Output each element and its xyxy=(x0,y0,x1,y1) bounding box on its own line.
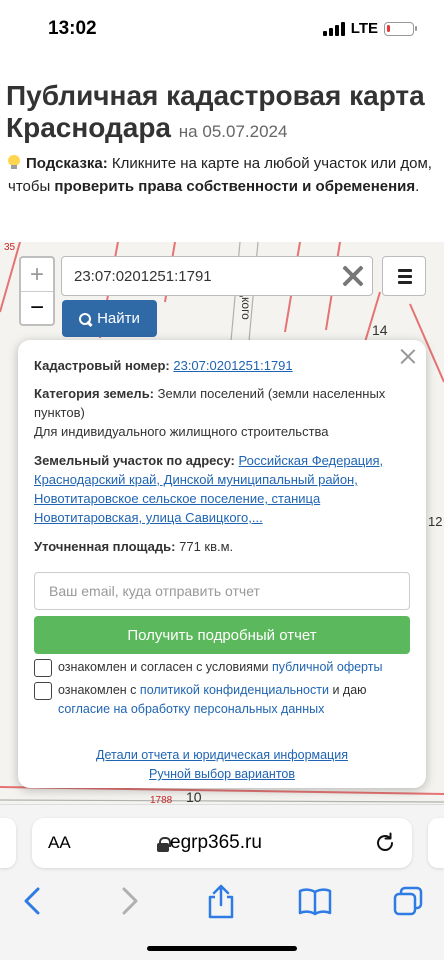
offer-checkbox[interactable] xyxy=(34,659,52,677)
privacy-link[interactable]: политикой конфиденциальности xyxy=(140,683,329,697)
search-icon xyxy=(79,312,92,325)
status-icons: LTE xyxy=(322,20,417,37)
usage-row: Для индивидуального жилищного строительс… xyxy=(34,424,329,439)
browser-toolbar: AA egrp365.ru xyxy=(0,804,444,960)
search-value[interactable]: 23:07:0201251:1791 xyxy=(74,268,212,285)
battery-level xyxy=(387,24,390,32)
category-label: Категория земель: xyxy=(34,386,155,401)
consent-link[interactable]: согласие на обработку персональных данны… xyxy=(58,702,324,716)
menu-button[interactable] xyxy=(382,256,426,296)
hint-bold: проверить права собственности и обремене… xyxy=(54,178,416,195)
lightbulb-icon xyxy=(8,155,20,170)
parcel-line xyxy=(0,786,444,795)
address-row: Земельный участок по адресу: Российская … xyxy=(34,451,414,527)
parcel-info-popup: Кадастровый номер: 23:07:0201251:1791 Ка… xyxy=(18,340,426,788)
next-tab-edge[interactable] xyxy=(428,818,444,868)
find-button-label: Найти xyxy=(97,310,140,327)
previous-tab-edge[interactable] xyxy=(0,818,16,868)
cadastral-label: Кадастровый номер: xyxy=(34,358,170,373)
battery-icon xyxy=(384,21,417,36)
manual-selection-link[interactable]: Ручной выбор вариантов xyxy=(149,767,295,781)
cadastral-search-input[interactable]: 23:07:0201251:1791 xyxy=(61,256,373,296)
page-date: на 05.07.2024 xyxy=(178,122,288,141)
zoom-out-button[interactable]: − xyxy=(21,291,53,324)
hint: Подсказка: Кликните на карте на любой уч… xyxy=(8,152,438,198)
reload-icon[interactable] xyxy=(374,832,396,854)
hint-end: . xyxy=(415,178,420,195)
clear-icon[interactable] xyxy=(342,265,364,287)
cadastral-row: Кадастровый номер: 23:07:0201251:1791 xyxy=(34,356,414,375)
hamburger-icon xyxy=(398,269,412,272)
cadastral-link[interactable]: 23:07:0201251:1791 xyxy=(173,358,292,373)
share-icon[interactable] xyxy=(201,883,241,919)
area-value: 771 кв.м. xyxy=(179,539,234,554)
details-link[interactable]: Детали отчета и юридическая информация xyxy=(96,748,348,762)
category-row: Категория земель: Земли поселений (земли… xyxy=(34,384,414,422)
map-label-12: 12 xyxy=(428,514,443,529)
get-report-button[interactable]: Получить подробный отчет xyxy=(34,616,410,654)
area-row: Уточненная площадь: 771 кв.м. xyxy=(34,537,414,556)
map-label-10: 10 xyxy=(186,789,202,804)
email-field[interactable]: Ваш email, куда отправить отчет xyxy=(34,572,410,610)
status-time: 13:02 xyxy=(48,18,97,39)
privacy-mid: и даю xyxy=(332,683,367,697)
street-line xyxy=(0,799,444,803)
zoom-control: + − xyxy=(19,256,55,326)
lock-icon xyxy=(157,837,171,852)
privacy-checkbox[interactable] xyxy=(34,682,52,700)
tabs-icon[interactable] xyxy=(388,883,428,919)
home-indicator xyxy=(147,946,297,951)
address-label: Земельный участок по адресу: xyxy=(34,453,235,468)
offer-link[interactable]: публичной оферты xyxy=(272,660,382,674)
area-label: Уточненная площадь: xyxy=(34,539,176,554)
forward-icon[interactable] xyxy=(108,883,148,919)
zoom-in-button[interactable]: + xyxy=(21,258,53,291)
find-button[interactable]: Найти xyxy=(62,300,157,337)
network-type: LTE xyxy=(350,20,378,37)
privacy-text: ознакомлен с xyxy=(58,683,137,697)
back-icon[interactable] xyxy=(14,883,54,919)
status-bar: 13:02 LTE xyxy=(0,0,444,60)
url-text[interactable]: egrp365.ru xyxy=(170,832,262,854)
offer-text: ознакомлен и согласен с условиями xyxy=(58,660,269,674)
bookmarks-icon[interactable] xyxy=(295,883,335,919)
map-label-14: 14 xyxy=(372,322,388,338)
signal-icon xyxy=(322,21,345,36)
hint-label: Подсказка: xyxy=(26,155,108,172)
map-label-35: 35 xyxy=(4,242,16,253)
address-bar[interactable]: AA egrp365.ru xyxy=(32,818,412,868)
map-label-1788: 1788 xyxy=(150,795,173,804)
reader-options-button[interactable]: AA xyxy=(48,833,71,853)
page-title: Публичная кадастровая карта Краснодара н… xyxy=(6,80,438,148)
